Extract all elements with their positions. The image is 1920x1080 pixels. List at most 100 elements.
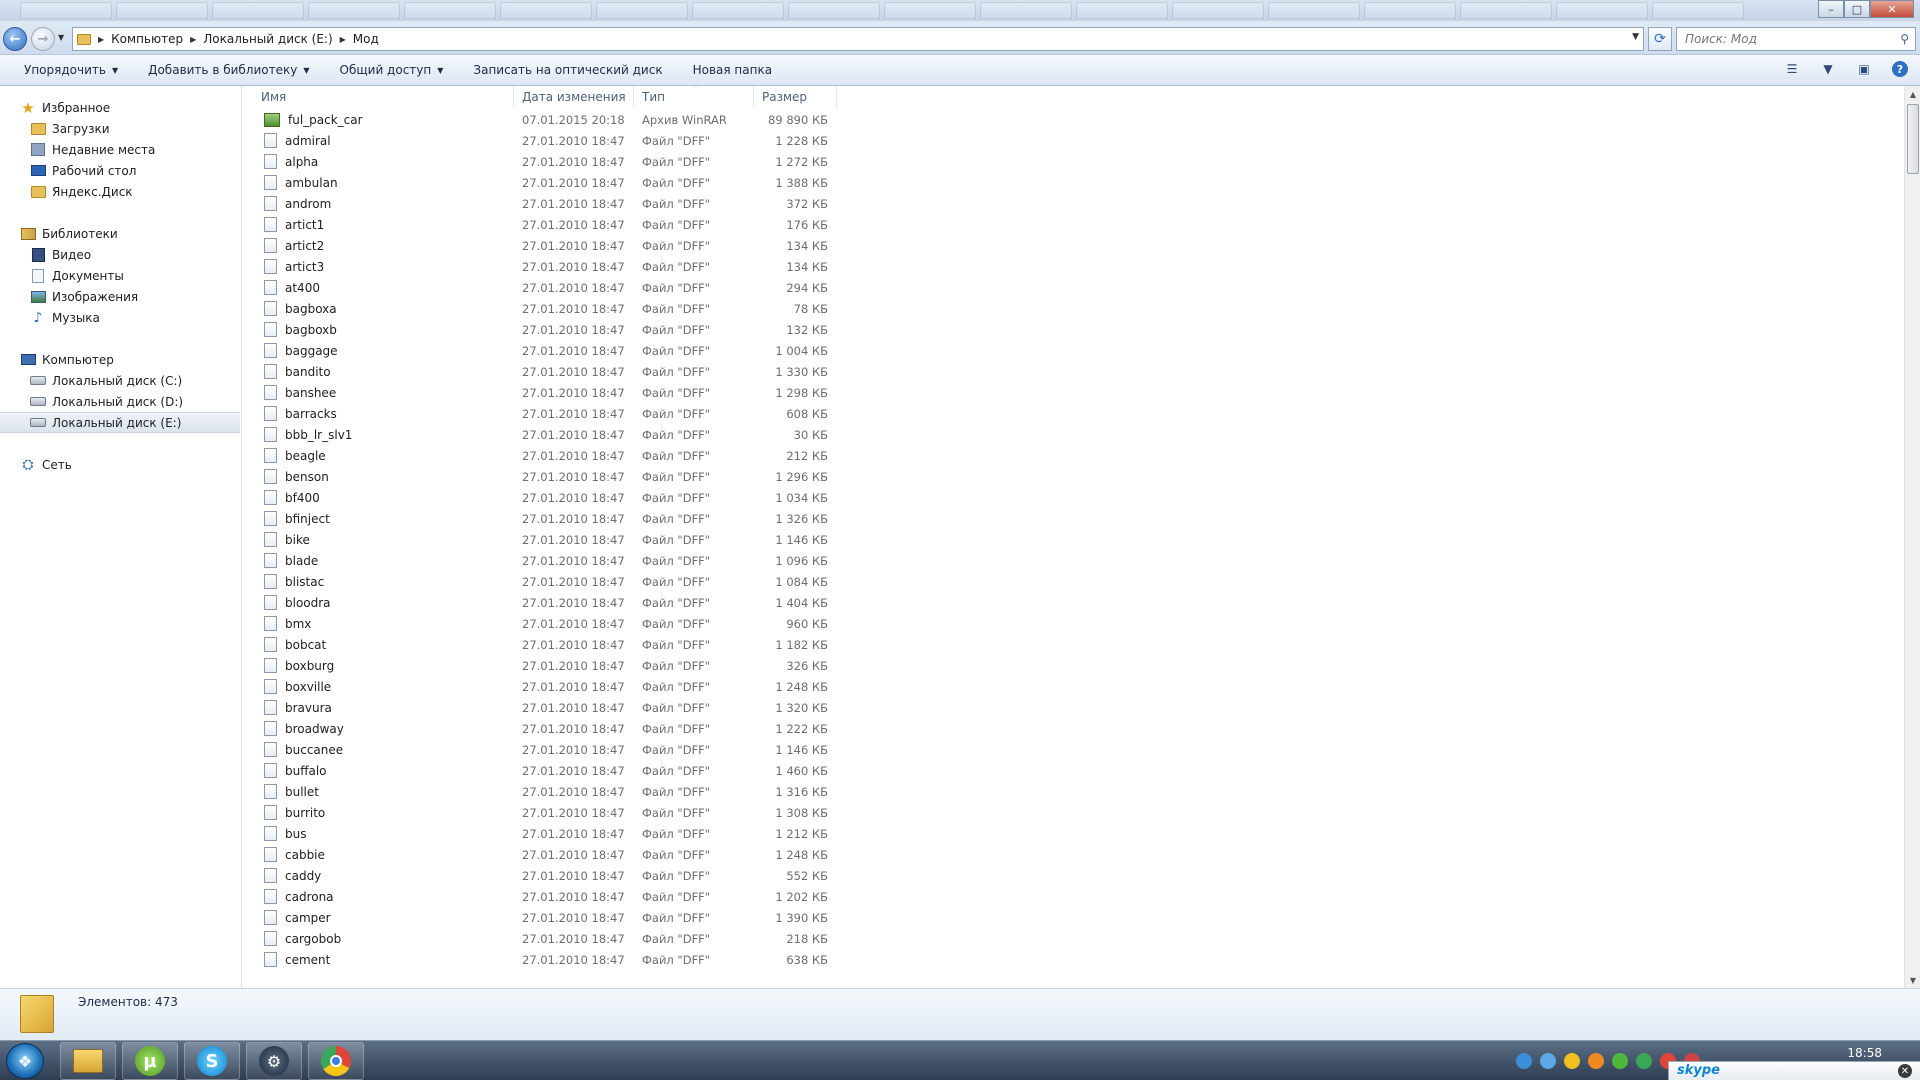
file-row[interactable]: buffalo 27.01.2010 18:47 Файл "DFF" 1 460 К… xyxy=(243,760,843,781)
file-name-cell[interactable]: barracks xyxy=(264,403,337,424)
scroll-thumb[interactable] xyxy=(1907,104,1919,174)
file-row[interactable]: boxburg 27.01.2010 18:47 Файл "DFF" 326 КБ xyxy=(243,655,843,676)
vertical-scrollbar[interactable]: ▲ ▼ xyxy=(1904,86,1920,988)
file-row[interactable]: baggage 27.01.2010 18:47 Файл "DFF" 1 004 К… xyxy=(243,340,843,361)
file-name-cell[interactable]: bullet xyxy=(264,781,319,802)
tray-app-icon[interactable] xyxy=(1636,1053,1652,1069)
file-row[interactable]: admiral 27.01.2010 18:47 Файл "DFF" 1 228 К… xyxy=(243,130,843,151)
file-row[interactable]: bobcat 27.01.2010 18:47 Файл "DFF" 1 182 КБ xyxy=(243,634,843,655)
tray-app-icon[interactable] xyxy=(1564,1053,1580,1069)
file-name-cell[interactable]: boxburg xyxy=(264,655,334,676)
file-row[interactable]: camper 27.01.2010 18:47 Файл "DFF" 1 390 КБ xyxy=(243,907,843,928)
skype-notification-bar[interactable]: skype ✕ xyxy=(1668,1061,1920,1080)
file-row[interactable]: bagboxb 27.01.2010 18:47 Файл "DFF" 132 КБ xyxy=(243,319,843,340)
nav-item-desktop[interactable]: Рабочий стол xyxy=(0,160,240,181)
help-button[interactable]: ? xyxy=(1890,59,1910,79)
nav-favorites[interactable]: ★ Избранное xyxy=(0,97,242,118)
column-header-name[interactable]: Имя xyxy=(243,86,514,108)
file-row[interactable]: bmx 27.01.2010 18:47 Файл "DFF" 960 КБ xyxy=(243,613,843,634)
nav-item-drive-d[interactable]: Локальный диск (D:) xyxy=(0,391,240,412)
file-row[interactable]: blade 27.01.2010 18:47 Файл "DFF" 1 096 КБ xyxy=(243,550,843,571)
tray-network-icon[interactable] xyxy=(1516,1053,1532,1069)
file-name-cell[interactable]: ambulan xyxy=(264,172,338,193)
nav-item-drive-c[interactable]: Локальный диск (C:) xyxy=(0,370,240,391)
file-row[interactable]: bbb_lr_slv1 27.01.2010 18:47 Файл "DFF" 30 … xyxy=(243,424,843,445)
file-row[interactable]: cargobob 27.01.2010 18:47 Файл "DFF" 218 КБ xyxy=(243,928,843,949)
file-name-cell[interactable]: artict1 xyxy=(264,214,324,235)
file-name-cell[interactable]: bandito xyxy=(264,361,331,382)
file-name-cell[interactable]: buccanee xyxy=(264,739,343,760)
file-name-cell[interactable]: blade xyxy=(264,550,318,571)
file-row[interactable]: alpha 27.01.2010 18:47 Файл "DFF" 1 272 КБ xyxy=(243,151,843,172)
file-row[interactable]: caddy 27.01.2010 18:47 Файл "DFF" 552 КБ xyxy=(243,865,843,886)
file-name-cell[interactable]: buffalo xyxy=(264,760,327,781)
file-row[interactable]: burrito 27.01.2010 18:47 Файл "DFF" 1 308 К… xyxy=(243,802,843,823)
refresh-button[interactable]: ⟳ xyxy=(1648,27,1672,51)
file-name-cell[interactable]: bus xyxy=(264,823,306,844)
file-name-cell[interactable]: artict3 xyxy=(264,256,324,277)
column-header-size[interactable]: Размер xyxy=(754,86,837,108)
file-name-cell[interactable]: bike xyxy=(264,529,310,550)
file-name-cell[interactable]: broadway xyxy=(264,718,344,739)
file-row[interactable]: artict3 27.01.2010 18:47 Файл "DFF" 134 КБ xyxy=(243,256,843,277)
file-name-cell[interactable]: bf400 xyxy=(264,487,320,508)
share-button[interactable]: Общий доступ ▼ xyxy=(334,58,450,82)
file-row[interactable]: cadrona 27.01.2010 18:47 Файл "DFF" 1 202 К… xyxy=(243,886,843,907)
close-button[interactable]: ✕ xyxy=(1870,0,1914,18)
file-row[interactable]: bandito 27.01.2010 18:47 Файл "DFF" 1 330 К… xyxy=(243,361,843,382)
breadcrumb-computer[interactable]: Компьютер xyxy=(111,32,183,46)
back-button[interactable]: ← xyxy=(3,27,27,51)
file-row[interactable]: at400 27.01.2010 18:47 Файл "DFF" 294 КБ xyxy=(243,277,843,298)
breadcrumb-drive-e[interactable]: Локальный диск (E:) xyxy=(203,32,332,46)
file-row[interactable]: cement 27.01.2010 18:47 Файл "DFF" 638 КБ xyxy=(243,949,843,970)
file-row[interactable]: cabbie 27.01.2010 18:47 Файл "DFF" 1 248 КБ xyxy=(243,844,843,865)
column-header-date[interactable]: Дата изменения xyxy=(514,86,634,108)
new-folder-button[interactable]: Новая папка xyxy=(687,58,778,82)
address-history-dropdown[interactable]: ▼ xyxy=(1632,32,1639,42)
address-bar[interactable]: ▶ Компьютер ▶ Локальный диск (E:) ▶ Мод … xyxy=(72,27,1644,51)
view-mode-button[interactable]: ☰ xyxy=(1782,59,1802,79)
file-name-cell[interactable]: bfinject xyxy=(264,508,330,529)
search-input[interactable] xyxy=(1677,28,1887,50)
file-name-cell[interactable]: cement xyxy=(264,949,330,970)
start-button[interactable]: ❖ xyxy=(6,1043,44,1079)
scroll-down-button[interactable]: ▼ xyxy=(1905,972,1920,988)
file-name-cell[interactable]: bbb_lr_slv1 xyxy=(264,424,352,445)
file-row[interactable]: ful_pack_car 07.01.2015 20:18 Архив WinRAR… xyxy=(243,109,843,130)
taskbar-utorrent[interactable]: µ xyxy=(122,1042,178,1080)
preview-pane-button[interactable]: ▣ xyxy=(1854,59,1874,79)
file-name-cell[interactable]: bagboxa xyxy=(264,298,337,319)
file-row[interactable]: boxville 27.01.2010 18:47 Файл "DFF" 1 248 … xyxy=(243,676,843,697)
file-row[interactable]: banshee 27.01.2010 18:47 Файл "DFF" 1 298 К… xyxy=(243,382,843,403)
file-name-cell[interactable]: artict2 xyxy=(264,235,324,256)
file-row[interactable]: bf400 27.01.2010 18:47 Файл "DFF" 1 034 КБ xyxy=(243,487,843,508)
recent-pages-dropdown[interactable]: ▼ xyxy=(58,33,64,42)
nav-item-music[interactable]: ♪ Музыка xyxy=(0,307,240,328)
file-row[interactable]: blistac 27.01.2010 18:47 Файл "DFF" 1 084 К… xyxy=(243,571,843,592)
nav-computer[interactable]: Компьютер xyxy=(0,349,242,370)
file-name-cell[interactable]: beagle xyxy=(264,445,326,466)
file-row[interactable]: bfinject 27.01.2010 18:47 Файл "DFF" 1 326 … xyxy=(243,508,843,529)
file-name-cell[interactable]: cabbie xyxy=(264,844,325,865)
search-icon[interactable]: ⚲ xyxy=(1900,32,1909,46)
burn-disc-button[interactable]: Записать на оптический диск xyxy=(467,58,668,82)
file-name-cell[interactable]: benson xyxy=(264,466,329,487)
file-name-cell[interactable]: androm xyxy=(264,193,331,214)
file-name-cell[interactable]: camper xyxy=(264,907,331,928)
file-name-cell[interactable]: bobcat xyxy=(264,634,326,655)
add-to-library-button[interactable]: Добавить в библиотеку ▼ xyxy=(142,58,315,82)
file-name-cell[interactable]: bloodra xyxy=(264,592,331,613)
file-name-cell[interactable]: baggage xyxy=(264,340,338,361)
file-row[interactable]: bus 27.01.2010 18:47 Файл "DFF" 1 212 КБ xyxy=(243,823,843,844)
nav-item-recent-places[interactable]: Недавние места xyxy=(0,139,240,160)
search-box[interactable]: ⚲ xyxy=(1676,27,1916,51)
taskbar-explorer[interactable] xyxy=(60,1042,116,1080)
file-name-cell[interactable]: blistac xyxy=(264,571,324,592)
maximize-button[interactable]: □ xyxy=(1844,0,1870,18)
file-name-cell[interactable]: cadrona xyxy=(264,886,334,907)
file-row[interactable]: artict1 27.01.2010 18:47 Файл "DFF" 176 КБ xyxy=(243,214,843,235)
minimize-button[interactable]: – xyxy=(1818,0,1844,18)
chevron-right-icon[interactable]: ▶ xyxy=(190,35,196,44)
tray-utorrent-icon[interactable] xyxy=(1612,1053,1628,1069)
file-row[interactable]: bagboxa 27.01.2010 18:47 Файл "DFF" 78 КБ xyxy=(243,298,843,319)
